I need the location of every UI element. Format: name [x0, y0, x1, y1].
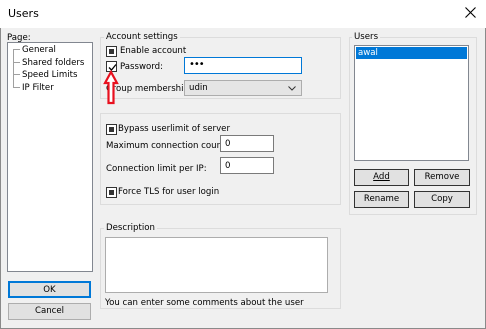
description-legend: Description: [104, 223, 157, 233]
force-tls-label: Force TLS for user login: [118, 187, 220, 197]
tree-connector: [13, 87, 20, 88]
check-icon: [109, 49, 114, 54]
check-icon: [109, 190, 114, 195]
account-settings-legend: Account settings: [104, 32, 180, 42]
close-button[interactable]: [459, 3, 481, 23]
cancel-button-label: Cancel: [34, 306, 65, 316]
password-label: Password:: [120, 62, 164, 72]
rename-button-label: Rename: [363, 194, 400, 204]
rename-user-button[interactable]: Rename: [354, 191, 409, 208]
max-connection-count-label: Maximum connection count:: [106, 141, 229, 151]
ok-button[interactable]: OK: [8, 281, 91, 298]
window-title: Users: [8, 7, 39, 20]
copy-user-button[interactable]: Copy: [414, 191, 470, 208]
enable-account-label: Enable account: [120, 46, 187, 56]
tree-connector: [13, 74, 20, 75]
check-icon: [109, 127, 114, 132]
group-membership-select[interactable]: udin: [184, 80, 302, 96]
users-legend: Users: [352, 32, 381, 42]
max-connection-count-input[interactable]: 0: [220, 135, 274, 152]
tree-connector: [13, 49, 20, 50]
description-textarea[interactable]: [105, 237, 328, 293]
tree-item-shared-folders[interactable]: Shared folders: [22, 58, 84, 68]
tree-item-speed-limits[interactable]: Speed Limits: [22, 70, 77, 80]
copy-button-label: Copy: [431, 194, 453, 204]
description-hint: You can enter some comments about the us…: [105, 298, 304, 308]
connection-limit-per-ip-value: 0: [225, 161, 231, 171]
close-icon: [464, 7, 476, 18]
cancel-button[interactable]: Cancel: [8, 303, 91, 320]
red-arrow-annotation: [103, 70, 119, 105]
add-button-label: Add: [373, 172, 390, 182]
connection-limit-per-ip-label: Connection limit per IP:: [106, 164, 207, 174]
password-input[interactable]: •••: [184, 57, 302, 74]
title-bar[interactable]: Users: [0, 0, 486, 28]
chevron-down-icon: [288, 86, 296, 91]
remove-user-button[interactable]: Remove: [414, 169, 470, 186]
users-list-item-label: awal: [358, 48, 378, 58]
bypass-userlimit-checkbox[interactable]: [106, 124, 117, 135]
tree-connector: [13, 49, 14, 87]
tree-item-general[interactable]: General: [22, 45, 56, 55]
connection-limit-per-ip-input[interactable]: 0: [220, 157, 274, 174]
force-tls-checkbox[interactable]: [106, 187, 117, 198]
group-membership-value: udin: [189, 83, 208, 93]
users-list[interactable]: awal: [354, 45, 469, 161]
tree-connector: [13, 62, 20, 63]
users-list-item[interactable]: awal: [356, 47, 467, 59]
ok-button-label: OK: [43, 285, 56, 295]
remove-button-label: Remove: [424, 172, 460, 182]
page-tree[interactable]: General Shared folders Speed Limits IP F…: [7, 42, 93, 272]
tree-item-ip-filter[interactable]: IP Filter: [22, 83, 54, 93]
password-value: •••: [189, 59, 205, 70]
max-connection-count-value: 0: [225, 139, 231, 149]
bypass-userlimit-label: Bypass userlimit of server: [118, 124, 230, 134]
enable-account-checkbox[interactable]: [106, 46, 117, 57]
add-user-button[interactable]: Add: [354, 169, 409, 186]
